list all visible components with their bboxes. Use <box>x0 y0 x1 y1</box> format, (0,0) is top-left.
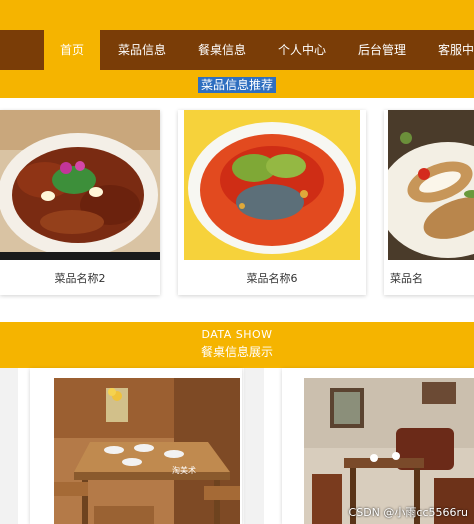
dish-image <box>0 110 160 260</box>
nav-item-profile[interactable]: 个人中心 <box>266 30 338 70</box>
dish-card[interactable]: 菜品名称6 <box>178 110 366 295</box>
table-card[interactable]: 淘美术 <box>30 368 242 524</box>
dish-name: 菜品名 <box>390 272 423 285</box>
middle-side-panel <box>244 368 264 524</box>
nav-item-home[interactable]: 首页 <box>44 30 100 70</box>
tables-section-title-text: 餐桌信息展示 <box>200 345 273 359</box>
dishes-section-title: 菜品信息推荐 <box>0 76 474 93</box>
table-image <box>304 378 474 524</box>
nav-item-tables[interactable]: 餐桌信息 <box>186 30 258 70</box>
dishes-section-title-text: 菜品信息推荐 <box>197 77 276 93</box>
dish-image <box>388 110 474 260</box>
table-image: 淘美术 <box>54 378 240 524</box>
dish-card[interactable]: 菜品名 <box>384 110 474 295</box>
dish-image <box>184 110 360 260</box>
main-nav: 首页 菜品信息 餐桌信息 个人中心 后台管理 客服中 <box>0 30 474 70</box>
tables-section-title: 餐桌信息展示 <box>0 343 474 360</box>
tables-section-subtitle: DATA SHOW <box>201 328 273 341</box>
dish-name: 菜品名称2 <box>54 272 106 285</box>
nav-item-dishes[interactable]: 菜品信息 <box>106 30 178 70</box>
csdn-watermark: CSDN @小雨cc5566ru <box>348 506 468 519</box>
table-image-sign: 淘美术 <box>172 465 196 475</box>
nav-item-admin[interactable]: 后台管理 <box>346 30 418 70</box>
dish-card[interactable]: 菜品名称2 <box>0 110 160 295</box>
table-card[interactable] <box>282 368 474 524</box>
top-strip <box>0 0 474 30</box>
left-side-panel <box>0 368 18 524</box>
nav-item-service[interactable]: 客服中 <box>426 30 474 70</box>
dish-name: 菜品名称6 <box>246 272 298 285</box>
